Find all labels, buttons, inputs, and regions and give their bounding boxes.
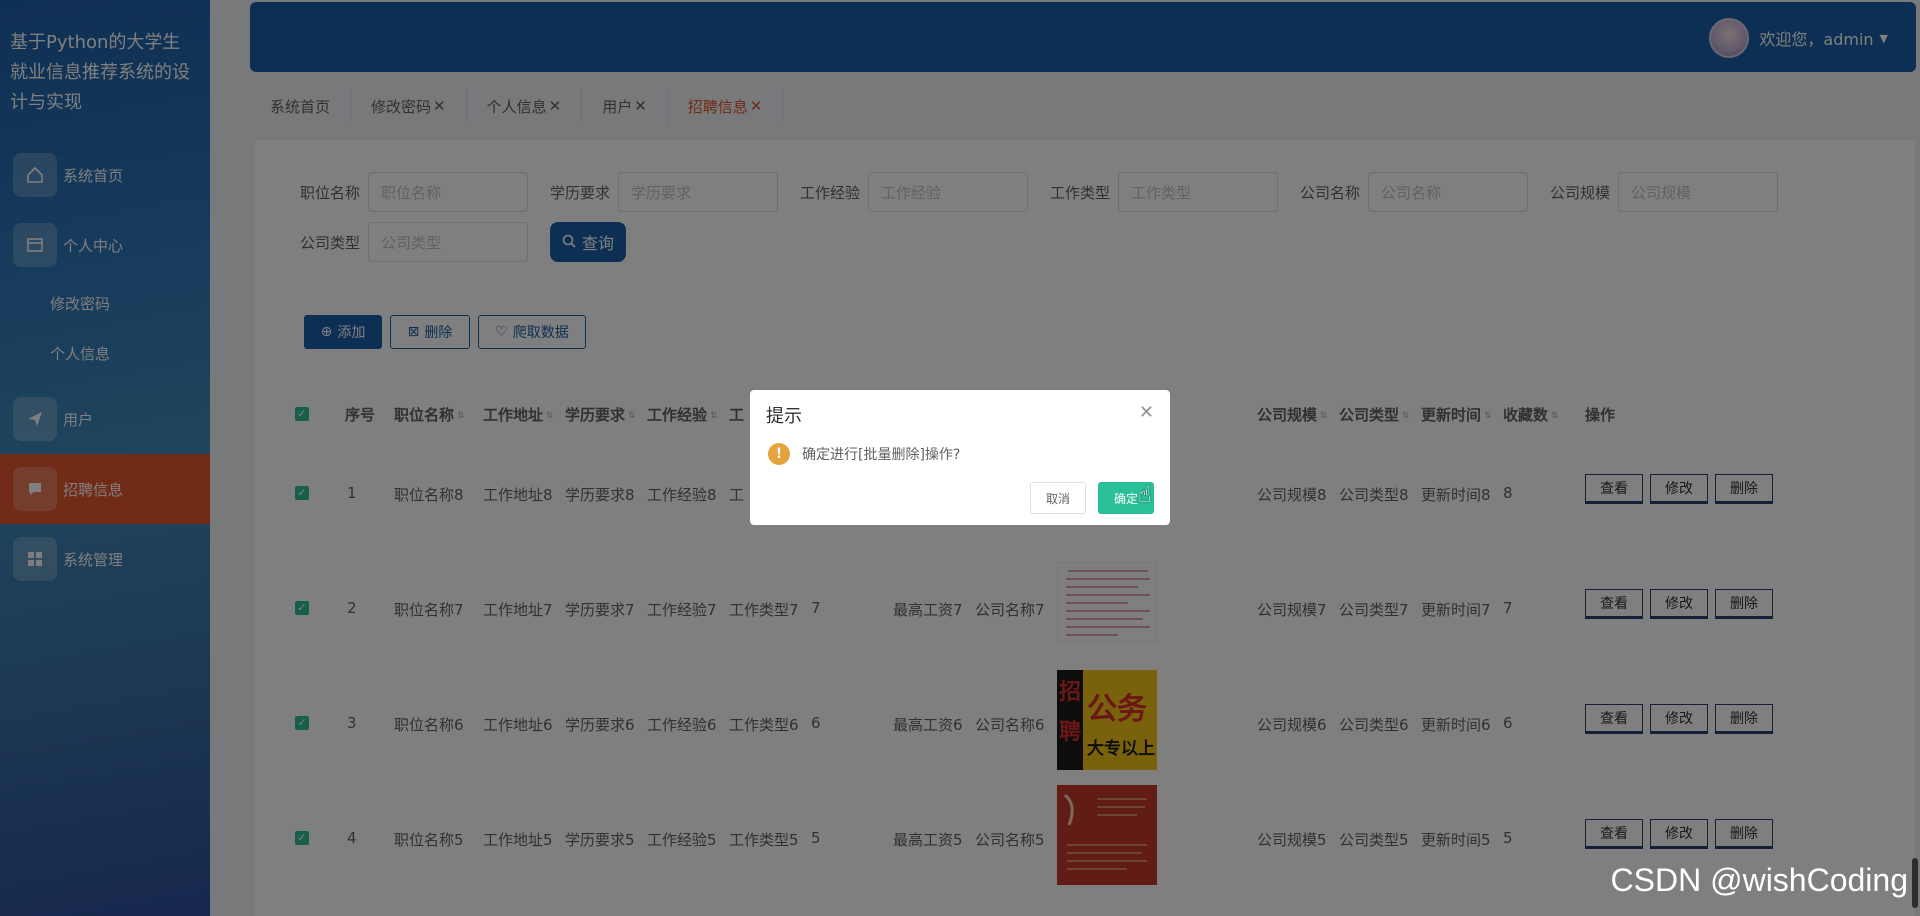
- confirm-dialog: 提示 ✕ ! 确定进行[批量删除]操作? 取消 确定: [750, 390, 1170, 525]
- hand-cursor-icon: ☝: [1138, 483, 1152, 508]
- dialog-message-text: 确定进行[批量删除]操作?: [802, 447, 961, 463]
- warning-icon: !: [768, 443, 790, 465]
- watermark: CSDN @wishCoding: [1610, 862, 1908, 898]
- scrollbar[interactable]: [1912, 858, 1918, 908]
- dialog-message: ! 确定进行[批量删除]操作?: [768, 443, 960, 465]
- cancel-button[interactable]: 取消: [1030, 482, 1086, 514]
- close-icon[interactable]: ✕: [1139, 402, 1154, 423]
- dialog-title: 提示: [766, 406, 802, 427]
